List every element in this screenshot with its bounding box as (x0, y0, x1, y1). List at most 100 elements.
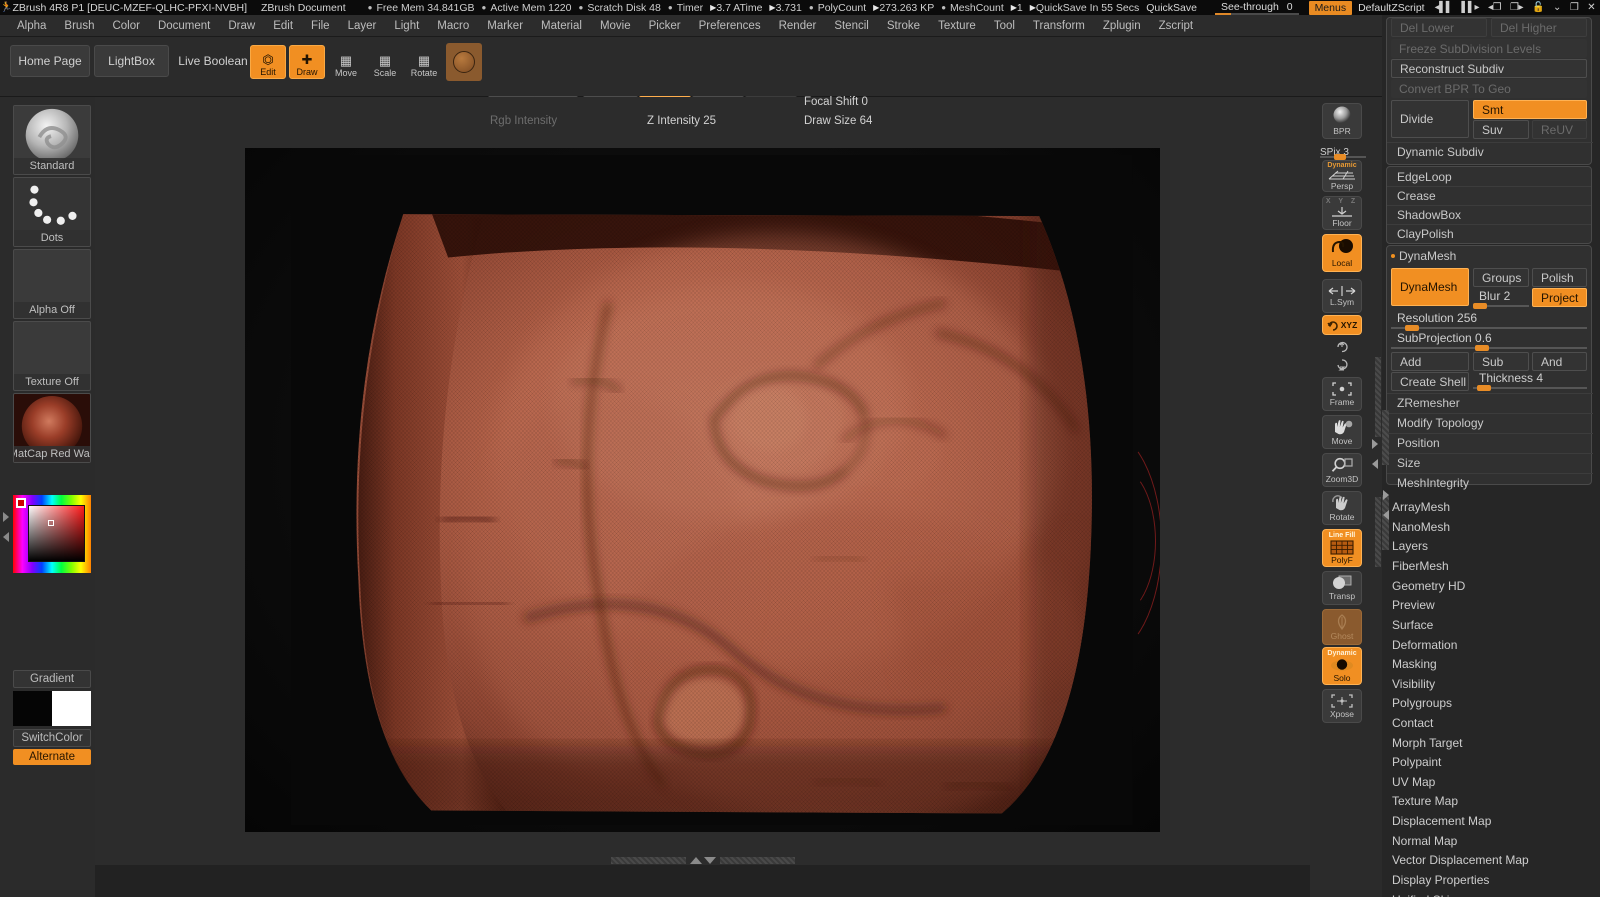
menu-edit[interactable]: Edit (264, 17, 302, 35)
color-picker-field[interactable] (28, 505, 85, 562)
modify-topology-row[interactable]: Modify Topology (1387, 413, 1593, 432)
and-button[interactable]: And (1532, 352, 1587, 371)
palette-scroll-upper[interactable] (1382, 410, 1389, 465)
menu-zplugin[interactable]: Zplugin (1094, 17, 1150, 35)
groups-button[interactable]: Groups (1473, 268, 1529, 287)
scroll-right-icon[interactable]: ▌▌▸ (1461, 2, 1479, 13)
menu-zscript[interactable]: Zscript (1150, 17, 1203, 35)
resolution-slider[interactable]: Resolution 256 (1391, 310, 1587, 329)
polyframe-button[interactable]: Line Fill PolyF (1322, 529, 1362, 567)
menu-transform[interactable]: Transform (1024, 17, 1094, 35)
menu-macro[interactable]: Macro (428, 17, 478, 35)
palette-item-contact[interactable]: Contact (1392, 713, 1592, 732)
palette-item-nanomesh[interactable]: NanoMesh (1392, 517, 1592, 536)
material-swatch[interactable]: MatCap Red Wax (13, 393, 91, 463)
scroll-left-icon[interactable]: ◂▌▌ (1435, 2, 1453, 13)
scale-mode-button[interactable]: ▦ Scale (367, 45, 403, 79)
rotate-view-button[interactable]: Rotate (1322, 491, 1362, 525)
add-button[interactable]: Add (1391, 352, 1469, 371)
default-zscript-button[interactable]: DefaultZScript (1358, 2, 1425, 14)
palette-item-deformation[interactable]: Deformation (1392, 635, 1592, 654)
local-symmetry-button[interactable]: L.Sym (1322, 279, 1362, 313)
alpha-swatch[interactable]: Alpha Off (13, 249, 91, 319)
brush-swatch[interactable]: Standard (13, 105, 91, 175)
palette-item-uv-map[interactable]: UV Map (1392, 772, 1592, 791)
palette-handle[interactable] (1382, 470, 1391, 570)
symmetry-z-button[interactable] (1322, 356, 1362, 374)
switch-color-button[interactable]: SwitchColor (13, 729, 91, 747)
canvas-horizontal-scrollbar[interactable] (95, 856, 1310, 865)
move-view-button[interactable]: Move (1322, 415, 1362, 449)
prev-doc-icon[interactable]: ◂❐ (1488, 2, 1501, 13)
reuv-button[interactable]: ReUV (1532, 120, 1587, 139)
smt-button[interactable]: Smt (1473, 100, 1587, 119)
xyz-symmetry-button[interactable]: XYZ (1322, 315, 1362, 335)
expand-right-icon[interactable] (3, 512, 9, 522)
del-higher-button[interactable]: Del Higher (1491, 18, 1587, 37)
scrollbar-arrows[interactable] (690, 857, 716, 864)
restore-icon[interactable]: ❐ (1570, 2, 1578, 13)
gradient-button[interactable]: Gradient (13, 670, 91, 688)
palette-item-texture-map[interactable]: Texture Map (1392, 791, 1592, 810)
menu-document[interactable]: Document (149, 17, 219, 35)
menu-color[interactable]: Color (103, 17, 148, 35)
palette-item-preview[interactable]: Preview (1392, 595, 1592, 614)
scrollbar-right-segment[interactable] (720, 857, 795, 864)
secondary-color-swatch[interactable] (52, 691, 91, 726)
scroll-down-icon[interactable] (704, 857, 716, 864)
palette-item-geometry-hd[interactable]: Geometry HD (1392, 576, 1592, 595)
color-picker[interactable] (13, 495, 91, 573)
minimize-icon[interactable]: ⌄ (1553, 2, 1561, 13)
rotate-mode-button[interactable]: ▦ Rotate (406, 45, 442, 79)
canvas-area[interactable] (95, 97, 1310, 865)
bpr-render-button[interactable]: BPR (1322, 103, 1362, 139)
right-toolbar-scroll-lower[interactable] (1375, 497, 1381, 567)
quicksave-button[interactable]: QuickSave (1146, 2, 1197, 14)
move-mode-button[interactable]: ▦ Move (328, 45, 364, 79)
expand-right-icon[interactable] (1372, 439, 1378, 449)
del-lower-button[interactable]: Del Lower (1391, 18, 1487, 37)
alternate-button[interactable]: Alternate (13, 749, 91, 765)
spix-slider[interactable]: SPix 3 (1320, 142, 1366, 158)
document-canvas[interactable] (245, 148, 1160, 832)
frame-mesh-button[interactable]: Frame (1322, 377, 1362, 411)
xpose-button[interactable]: Xpose (1322, 689, 1362, 723)
suv-button[interactable]: Suv (1473, 120, 1529, 139)
edgeloop-row[interactable]: EdgeLoop (1387, 167, 1591, 186)
create-shell-button[interactable]: Create Shell (1391, 372, 1469, 391)
blur-slider[interactable]: Blur 2 (1473, 288, 1529, 307)
zremesher-row[interactable]: ZRemesher (1387, 393, 1593, 412)
edit-mode-button[interactable]: ⏣ Edit (250, 45, 286, 79)
palette-item-unified-skin[interactable]: Unified Skin (1392, 890, 1592, 897)
left-sidebar-handle[interactable] (3, 492, 11, 562)
palette-item-vector-displacement[interactable]: Vector Displacement Map (1392, 850, 1592, 869)
dynamesh-toggle-button[interactable]: DynaMesh (1391, 268, 1469, 306)
menu-draw[interactable]: Draw (219, 17, 264, 35)
divide-button[interactable]: Divide (1391, 100, 1469, 138)
texture-swatch[interactable]: Texture Off (13, 321, 91, 391)
ghost-transparency-button[interactable]: Ghost (1322, 609, 1362, 645)
menu-render[interactable]: Render (770, 17, 826, 35)
menu-layer[interactable]: Layer (339, 17, 386, 35)
menu-file[interactable]: File (302, 17, 339, 35)
position-row[interactable]: Position (1387, 433, 1593, 452)
palette-item-display-properties[interactable]: Display Properties (1392, 870, 1592, 889)
main-color-swatch[interactable] (13, 691, 52, 726)
menu-marker[interactable]: Marker (478, 17, 532, 35)
polish-button[interactable]: Polish (1532, 268, 1587, 287)
lock-icon[interactable]: 🔓 (1532, 2, 1544, 13)
color-swatches[interactable] (13, 691, 91, 726)
transparency-button[interactable]: Transp (1322, 571, 1362, 605)
claypolish-row[interactable]: ClayPolish (1387, 224, 1591, 243)
menu-light[interactable]: Light (385, 17, 428, 35)
palette-item-visibility[interactable]: Visibility (1392, 674, 1592, 693)
stroke-swatch[interactable]: Dots (13, 177, 91, 247)
menu-picker[interactable]: Picker (640, 17, 690, 35)
see-through-slider[interactable]: See-through 0 (1215, 1, 1299, 15)
mesh-integrity-row[interactable]: MeshIntegrity (1387, 473, 1593, 492)
scrollbar-left-segment[interactable] (611, 857, 686, 864)
sub-button[interactable]: Sub (1473, 352, 1529, 371)
palette-item-normal-map[interactable]: Normal Map (1392, 831, 1592, 850)
lightbox-button[interactable]: LightBox (94, 45, 169, 77)
floor-grid-button[interactable]: X Y Z Floor (1322, 196, 1362, 230)
